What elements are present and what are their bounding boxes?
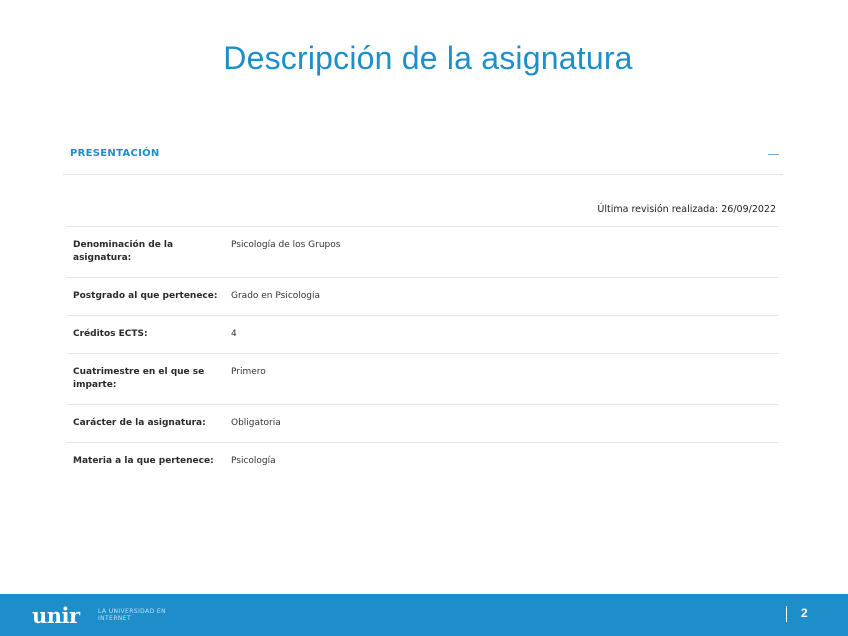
table-row: Denominación de la asignatura: Psicologí… [67, 226, 779, 278]
table-row: Cuatrimestre en el que se imparte: Prime… [67, 353, 779, 405]
row-value: Grado en Psicología [225, 277, 779, 316]
slide-title: Descripción de la asignatura [223, 40, 633, 76]
row-value: Primero [225, 353, 779, 405]
last-revision-text: Última revisión realizada: 26/09/2022 [597, 204, 776, 215]
row-label: Cuatrimestre en el que se imparte: [67, 353, 225, 405]
row-value: Psicología [225, 442, 779, 480]
row-label: Créditos ECTS: [67, 315, 225, 354]
subject-info-table: Denominación de la asignatura: Psicologí… [67, 226, 779, 480]
row-label: Materia a la que pertenece: [67, 442, 225, 480]
logo-tagline: LA UNIVERSIDAD EN INTERNET [98, 608, 167, 622]
table-row: Postgrado al que pertenece: Grado en Psi… [67, 277, 779, 316]
table-row: Materia a la que pertenece: Psicología [67, 442, 779, 480]
page-number: 2 [801, 606, 808, 620]
table-row: Carácter de la asignatura: Obligatoria [67, 404, 779, 443]
presentacion-section-header[interactable]: PRESENTACIÓN [63, 138, 783, 175]
logo-wordmark: unir [32, 603, 80, 628]
row-value: Psicología de los Grupos [225, 226, 779, 278]
row-label: Postgrado al que pertenece: [67, 277, 225, 316]
collapse-icon[interactable] [768, 154, 779, 155]
row-value: 4 [225, 315, 779, 354]
section-label: PRESENTACIÓN [70, 148, 160, 159]
row-label: Denominación de la asignatura: [67, 226, 225, 278]
page-separator [786, 606, 787, 622]
row-value: Obligatoria [225, 404, 779, 443]
table-row: Créditos ECTS: 4 [67, 315, 779, 354]
row-label: Carácter de la asignatura: [67, 404, 225, 443]
footer-bar: unir LA UNIVERSIDAD EN INTERNET 2 [0, 594, 848, 636]
